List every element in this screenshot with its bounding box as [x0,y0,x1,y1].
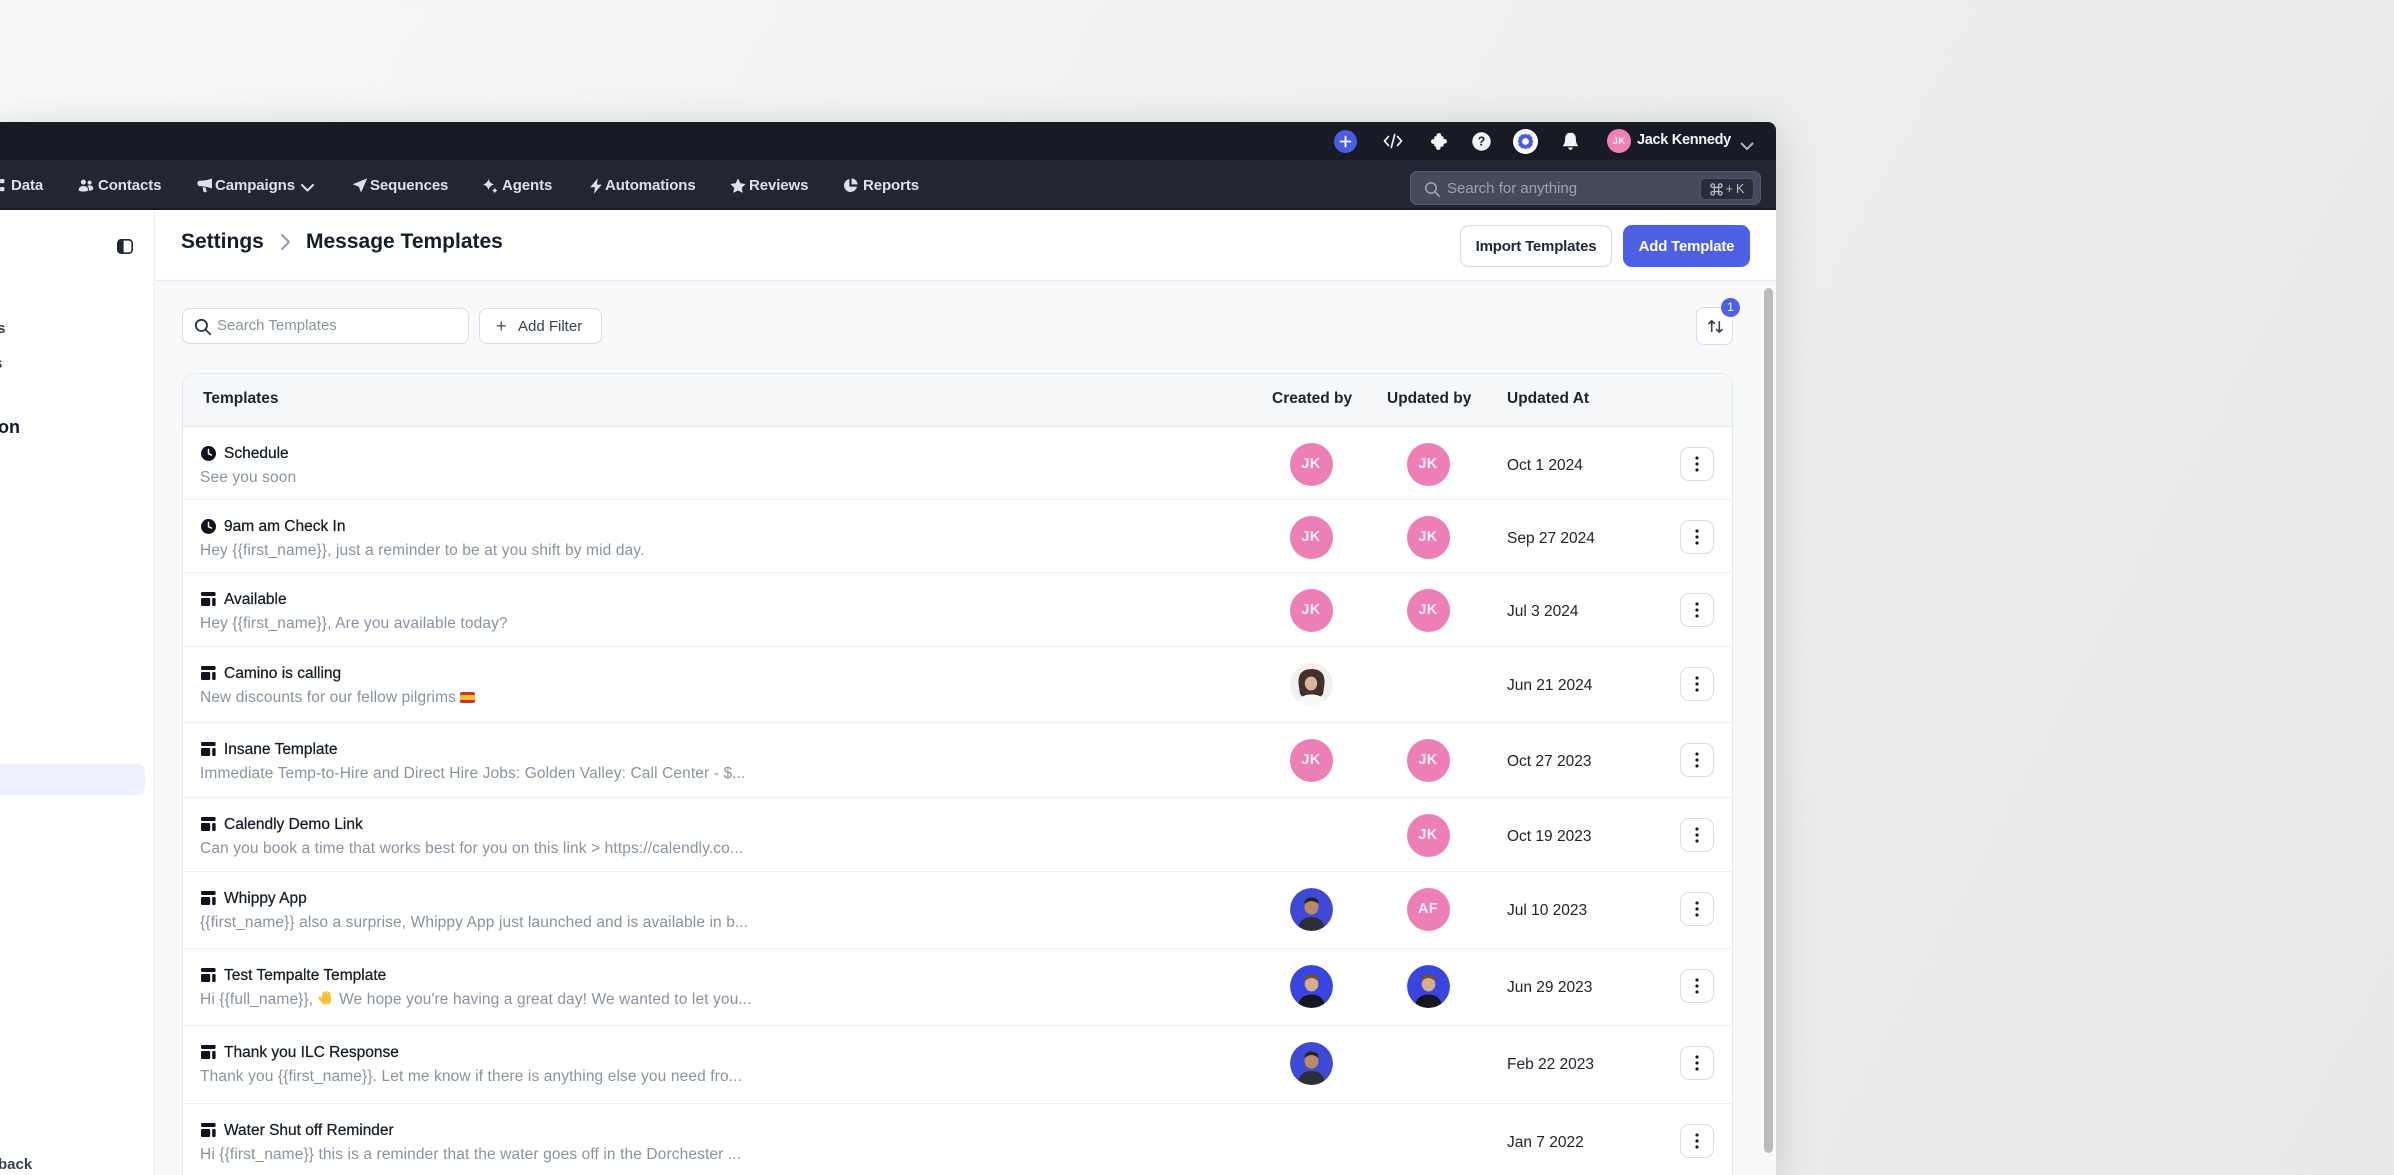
svg-text:?: ? [1478,135,1486,149]
